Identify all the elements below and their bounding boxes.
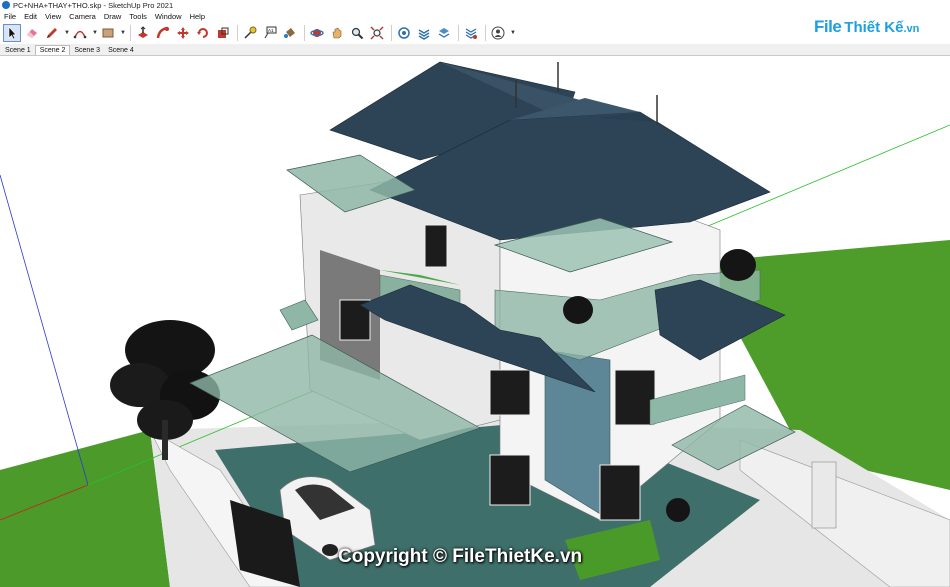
toolbar-separator [130, 25, 131, 41]
eraser-tool-button[interactable] [23, 24, 41, 42]
toolbar-separator [458, 25, 459, 41]
zoom-extents-tool-button[interactable] [368, 24, 386, 42]
hand-pan-icon [332, 27, 342, 39]
line-tool-button[interactable] [43, 24, 61, 42]
follow-me-tool-button[interactable] [154, 24, 172, 42]
scale-icon [218, 27, 229, 38]
rotate-icon [197, 28, 208, 38]
text-label-icon: A1 [264, 26, 277, 39]
pencil-icon [47, 28, 57, 38]
potted-plant [666, 498, 690, 522]
eraser-icon [27, 29, 37, 38]
arc-icon [73, 30, 87, 39]
account-button[interactable] [489, 24, 507, 42]
menu-tools[interactable]: Tools [125, 12, 151, 21]
account-dropdown-icon[interactable]: ▼ [509, 30, 517, 36]
window-title: PC+NHA+THAY+THO.skp - SketchUp Pro 2021 [13, 0, 174, 10]
3d-model-viewport[interactable] [0, 57, 950, 587]
magnifier-icon [351, 27, 364, 40]
extension-manager-button[interactable] [462, 24, 480, 42]
arrow-cursor-icon [8, 26, 17, 40]
sketchup-app-icon [2, 1, 10, 9]
toolbar-separator [237, 25, 238, 41]
follow-me-icon [156, 26, 169, 39]
logo-mark: File [814, 17, 842, 36]
toolbar-separator [485, 25, 486, 41]
move-tool-button[interactable] [174, 24, 192, 42]
extension-warehouse-button[interactable] [415, 24, 433, 42]
menu-bar: File Edit View Camera Draw Tools Window … [0, 10, 950, 22]
scene-tab-3[interactable]: Scene 3 [70, 46, 104, 55]
pan-tool-button[interactable] [328, 24, 346, 42]
potted-plant [720, 249, 756, 281]
rotate-tool-button[interactable] [194, 24, 212, 42]
logo-text: Thiết Kế [844, 18, 904, 36]
menu-view[interactable]: View [41, 12, 65, 21]
push-pull-icon [138, 26, 148, 38]
line-dropdown-icon[interactable]: ▼ [63, 30, 71, 36]
zoom-tool-button[interactable] [348, 24, 366, 42]
logo-tld: .vn [903, 23, 920, 35]
text-tool-button[interactable]: A1 [261, 24, 279, 42]
orbit-icon [310, 29, 324, 37]
scene-tab-4[interactable]: Scene 4 [104, 46, 138, 55]
title-bar: PC+NHA+THAY+THO.skp - SketchUp Pro 2021 [0, 0, 950, 10]
scene-tab-1[interactable]: Scene 1 [1, 46, 35, 55]
fence-pillar [811, 461, 837, 529]
scene-tabs: Scene 1 Scene 2 Scene 3 Scene 4 [0, 44, 950, 56]
warehouse-icon [398, 27, 410, 39]
scale-tool-button[interactable] [214, 24, 232, 42]
3d-warehouse-button[interactable] [395, 24, 413, 42]
menu-edit[interactable]: Edit [20, 12, 41, 21]
toolbar: ▼ ▼ ▼ A1 ▼ [0, 22, 800, 44]
user-avatar-icon [491, 26, 505, 40]
zoom-extents-icon [370, 26, 384, 40]
menu-window[interactable]: Window [151, 12, 186, 21]
tape-measure-icon [244, 26, 257, 39]
menu-camera[interactable]: Camera [65, 12, 100, 21]
tape-measure-tool-button[interactable] [241, 24, 259, 42]
move-arrows-icon [177, 27, 189, 39]
select-tool-button[interactable] [3, 24, 21, 42]
paint-bucket-icon [284, 28, 295, 38]
menu-draw[interactable]: Draw [100, 12, 126, 21]
paint-bucket-tool-button[interactable] [281, 24, 299, 42]
toolbar-separator [304, 25, 305, 41]
extension-manager-icon [465, 28, 477, 39]
brand-logo: File Thiết Kế .vn [814, 15, 919, 39]
scene-tab-2[interactable]: Scene 2 [34, 45, 71, 55]
push-pull-tool-button[interactable] [134, 24, 152, 42]
toolbar-separator [391, 25, 392, 41]
shape-tool-button[interactable] [99, 24, 117, 42]
extensions-icon [418, 29, 430, 40]
copyright-watermark: Copyright © FileThietKe.vn [338, 546, 583, 567]
menu-help[interactable]: Help [186, 12, 209, 21]
arc-dropdown-icon[interactable]: ▼ [91, 30, 99, 36]
shape-dropdown-icon[interactable]: ▼ [119, 30, 127, 36]
layers-stack-icon [438, 28, 450, 38]
menu-file[interactable]: File [0, 12, 20, 21]
model-scene [0, 57, 950, 587]
svg-text:A1: A1 [268, 28, 274, 33]
rectangle-icon [102, 28, 114, 38]
potted-plant [563, 296, 593, 324]
orbit-tool-button[interactable] [308, 24, 326, 42]
layout-button[interactable] [435, 24, 453, 42]
arc-tool-button[interactable] [71, 24, 89, 42]
